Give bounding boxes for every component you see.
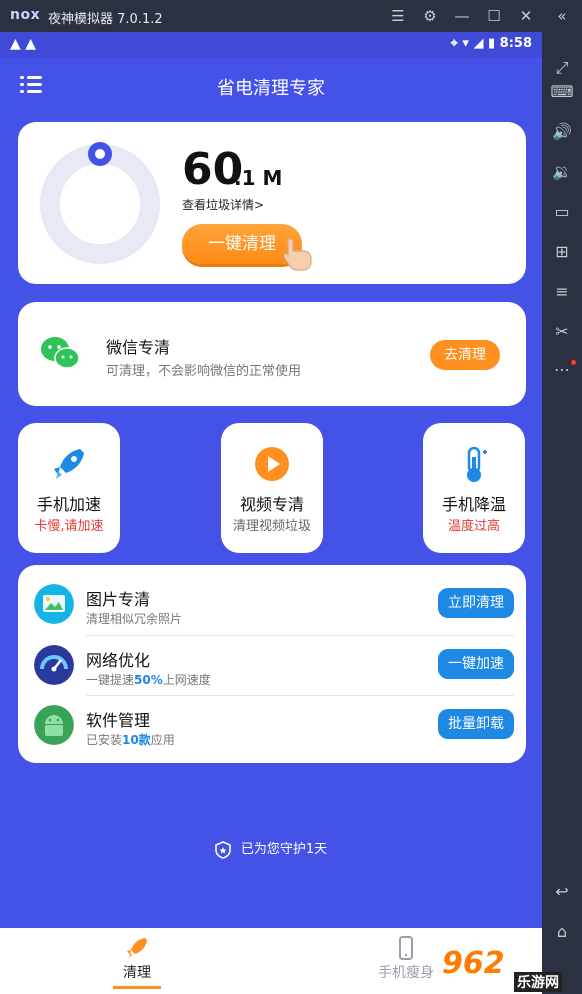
gear-icon[interactable]: ⚙ — [420, 6, 440, 26]
collapse-icon[interactable]: « — [552, 6, 572, 26]
emulator-sidebar: ⤢ ⌨ 🔊 🔉 ▭ ⊞ ≡ ✂ ⋯ ↩ ⌂ — [542, 32, 582, 994]
nav-item-clean[interactable]: 清理 — [77, 928, 197, 994]
volume-down-icon[interactable]: 🔉 — [550, 160, 574, 184]
wechat-icon — [41, 337, 80, 369]
wechat-title: 微信专清 — [106, 338, 171, 357]
list-item-subtitle: 清理相似冗余照片 — [86, 612, 183, 626]
wechat-subtitle: 可清理，不会影响微信的正常使用 — [106, 364, 302, 379]
battery-icon: ▮ — [487, 36, 496, 51]
list-item-title: 软件管理 — [86, 711, 151, 730]
tile-phone-speedup[interactable]: 手机加速 卡慢,请加速 — [18, 423, 120, 553]
play-icon — [255, 447, 289, 481]
phone-icon — [399, 936, 413, 960]
junk-card: 60 .1 M 查看垃圾详情> 一键清理 — [18, 122, 526, 284]
picture-icon — [34, 584, 74, 624]
app-title: 省电清理专家 — [217, 78, 325, 99]
speed-up-button[interactable]: 一键加速 — [438, 649, 514, 679]
guard-text: 已为您守护1天 — [240, 842, 328, 857]
status-right: ⌖ ▾ ◢ ▮ 8:58 — [451, 36, 532, 51]
tile-title: 手机加速 — [36, 495, 101, 514]
rocket-icon — [54, 449, 84, 479]
notification-dot — [571, 360, 576, 365]
tile-video-clean[interactable]: 视频专清 清理视频垃圾 — [221, 423, 323, 553]
tile-subtitle: 温度过高 — [447, 519, 500, 534]
back-icon[interactable]: ↩ — [550, 880, 574, 904]
emulator-logo: nox — [10, 7, 41, 23]
wifi-icon: ▾ — [462, 36, 469, 51]
apk-icon[interactable]: ⊞ — [550, 240, 574, 264]
home-icon[interactable]: ⌂ — [550, 920, 574, 944]
scissors-icon[interactable]: ✂ — [550, 320, 574, 344]
shield-icon — [215, 840, 231, 859]
watermark-text: 乐游网 — [514, 972, 562, 992]
guard-status: 已为您守护1天 — [0, 838, 542, 859]
signal-icon: ◢ — [473, 36, 484, 51]
notification-icons: ▲ ▲ — [10, 36, 36, 52]
list-item-subtitle: 已安装10款应用 — [86, 733, 175, 747]
tile-title: 视频专清 — [239, 495, 304, 514]
watermark: 962 乐游网 — [440, 946, 580, 992]
clean-now-button[interactable]: 立即清理 — [438, 588, 514, 618]
menu-icon[interactable]: ☰ — [388, 6, 408, 26]
tile-title: 手机降温 — [441, 495, 506, 514]
location-icon: ⌖ — [450, 36, 458, 51]
junk-detail-link[interactable]: 查看垃圾详情> — [182, 196, 264, 213]
close-icon[interactable]: ✕ — [516, 6, 536, 26]
wechat-card[interactable]: 微信专清 可清理，不会影响微信的正常使用 去清理 — [18, 302, 526, 406]
app-bar: 省电清理专家 — [0, 58, 542, 114]
speedometer-icon — [34, 645, 74, 685]
hand-pointer-icon — [283, 238, 312, 271]
phone-screen: ▲ ▲ ⌖ ▾ ◢ ▮ 8:58 省电清理专家 60 .1 M 查看垃圾详情> … — [0, 32, 542, 994]
wechat-clean-button[interactable]: 去清理 — [430, 340, 500, 370]
batch-uninstall-button[interactable]: 批量卸载 — [438, 709, 514, 739]
thermometer-icon — [467, 446, 487, 482]
active-indicator — [113, 986, 161, 989]
junk-size-unit: .1 M — [234, 166, 283, 190]
screen-icon[interactable]: ▭ — [550, 200, 574, 224]
keyboard-icon[interactable]: ⌨ — [550, 80, 574, 104]
tile-subtitle: 卡慢,请加速 — [34, 519, 104, 534]
minimize-icon[interactable]: — — [452, 6, 472, 26]
status-bar: ▲ ▲ ⌖ ▾ ◢ ▮ 8:58 — [0, 32, 542, 58]
emulator-title-bar: nox 夜神模拟器 7.0.1.2 ☰ ⚙ — ☐ ✕ « — [0, 0, 582, 32]
maximize-icon[interactable]: ☐ — [484, 6, 504, 26]
tools-list-card: 图片专清 清理相似冗余照片 立即清理 网络优化 一键提速50%上网速度 一键加速 — [18, 565, 526, 763]
tile-phone-cooldown[interactable]: 手机降温 温度过高 — [423, 423, 525, 553]
list-item[interactable]: 图片专清 清理相似冗余照片 立即清理 — [32, 574, 514, 634]
fullscreen-icon[interactable]: ⤢ — [550, 56, 574, 80]
nav-label: 清理 — [123, 965, 151, 981]
status-time: 8:58 — [499, 36, 532, 51]
list-item-title: 网络优化 — [86, 651, 151, 670]
list-item[interactable]: 网络优化 一键提速50%上网速度 一键加速 — [32, 635, 514, 695]
progress-indicator — [88, 142, 112, 166]
list-item[interactable]: 软件管理 已安装10款应用 批量卸载 — [32, 695, 514, 755]
layers-icon[interactable]: ≡ — [550, 280, 574, 304]
list-item-title: 图片专清 — [86, 590, 151, 609]
watermark-logo: 962 — [442, 946, 505, 981]
emulator-title: 夜神模拟器 7.0.1.2 — [48, 12, 163, 27]
list-item-subtitle: 一键提速50%上网速度 — [86, 673, 211, 687]
android-icon — [34, 705, 74, 745]
volume-up-icon[interactable]: 🔊 — [550, 120, 574, 144]
tile-subtitle: 清理视频垃圾 — [232, 519, 311, 534]
rocket-icon — [127, 938, 147, 958]
